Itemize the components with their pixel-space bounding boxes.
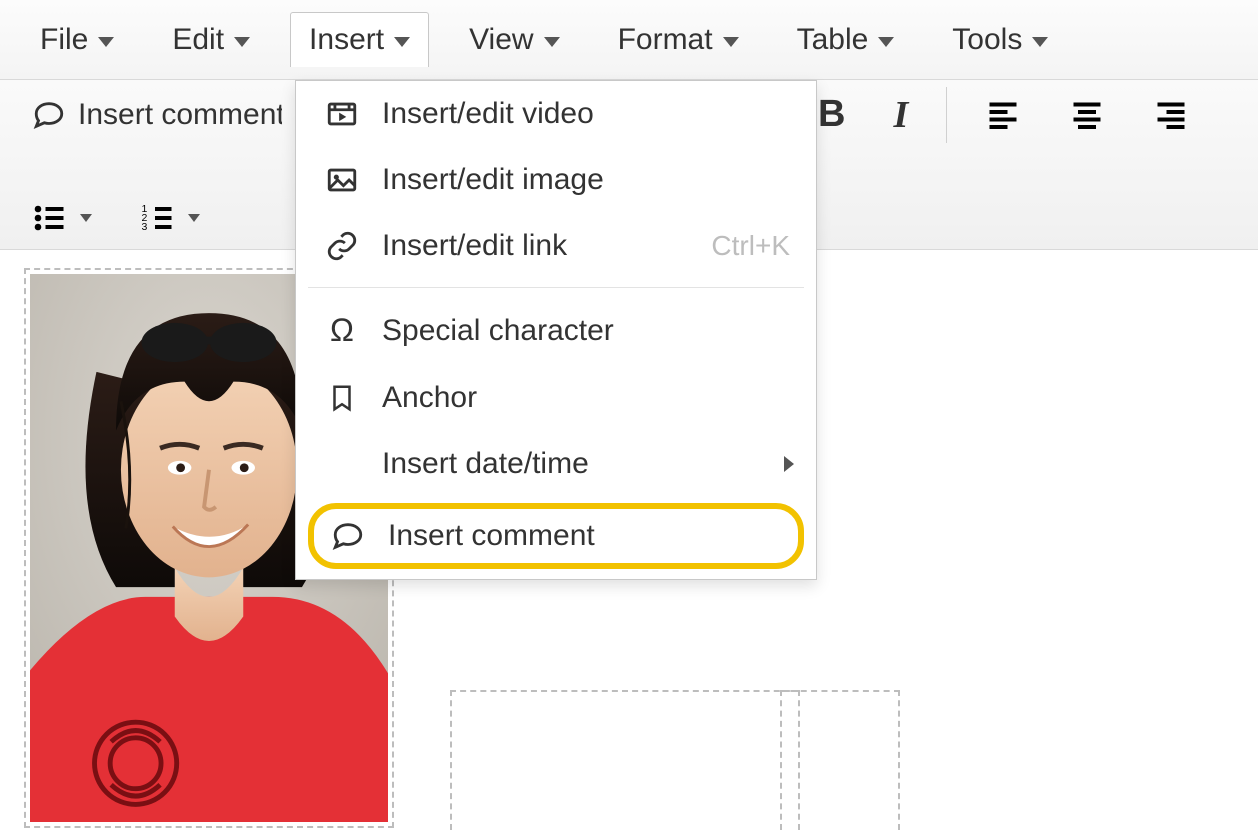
menu-file[interactable]: File — [22, 13, 132, 67]
comment-icon — [328, 519, 368, 553]
svg-text:3: 3 — [142, 221, 148, 233]
menu-insert[interactable]: Insert — [290, 12, 429, 67]
menu-item-shortcut: Ctrl+K — [711, 230, 790, 262]
insert-comment-button-label: Insert comment — [78, 98, 282, 132]
menu-format-label: Format — [618, 23, 713, 57]
caret-down-icon — [234, 37, 250, 47]
menu-item-special-character[interactable]: Ω Special character — [296, 296, 816, 365]
menu-item-label: Insert/edit video — [382, 97, 594, 131]
placeholder-box[interactable] — [450, 690, 800, 830]
placeholder-box[interactable] — [780, 690, 900, 830]
menu-item-insert-video[interactable]: Insert/edit video — [296, 81, 816, 147]
image-icon — [322, 163, 362, 197]
bookmark-icon — [322, 381, 362, 415]
comment-icon — [32, 98, 66, 132]
menu-item-label: Special character — [382, 314, 614, 348]
menu-item-insert-comment[interactable]: Insert comment — [308, 503, 804, 569]
align-left-button[interactable] — [975, 89, 1031, 141]
insert-dropdown: Insert/edit video Insert/edit image Inse… — [295, 80, 817, 580]
menu-table-label: Table — [797, 23, 869, 57]
menu-item-label: Anchor — [382, 381, 477, 415]
caret-down-icon — [188, 214, 200, 222]
menu-table[interactable]: Table — [779, 13, 913, 67]
toolbar-separator — [946, 87, 947, 143]
menu-tools-label: Tools — [952, 23, 1022, 57]
caret-down-icon — [80, 214, 92, 222]
menu-item-label: Insert date/time — [382, 447, 589, 481]
menu-file-label: File — [40, 23, 88, 57]
numbered-list-button[interactable]: 123 — [130, 192, 210, 244]
bullet-list-button[interactable] — [22, 192, 102, 244]
caret-down-icon — [98, 37, 114, 47]
menu-edit-label: Edit — [172, 23, 224, 57]
align-center-button[interactable] — [1059, 89, 1115, 141]
omega-icon: Ω — [322, 312, 362, 349]
menu-item-anchor[interactable]: Anchor — [296, 365, 816, 431]
submenu-caret-icon — [784, 456, 794, 472]
dropdown-separator — [308, 287, 804, 288]
menu-edit[interactable]: Edit — [154, 13, 268, 67]
menu-item-insert-datetime[interactable]: Insert date/time — [296, 431, 816, 497]
numbered-list-icon: 123 — [140, 200, 176, 236]
caret-down-icon — [1032, 37, 1048, 47]
align-center-icon — [1069, 97, 1105, 133]
menu-item-label: Insert comment — [388, 519, 595, 553]
menu-item-insert-image[interactable]: Insert/edit image — [296, 147, 816, 213]
align-left-icon — [985, 97, 1021, 133]
italic-glyph: I — [893, 93, 908, 137]
menu-view-label: View — [469, 23, 533, 57]
align-right-button[interactable] — [1143, 89, 1199, 141]
italic-button[interactable]: I — [883, 85, 918, 145]
menubar: File Edit Insert View Format Table Tools — [0, 0, 1258, 80]
insert-comment-button[interactable]: Insert comment — [22, 90, 282, 140]
caret-down-icon — [394, 37, 410, 47]
menu-item-insert-link[interactable]: Insert/edit link Ctrl+K — [296, 213, 816, 279]
align-right-icon — [1153, 97, 1189, 133]
bullet-list-icon — [32, 200, 68, 236]
menu-item-label: Insert/edit link — [382, 229, 567, 263]
link-icon — [322, 229, 362, 263]
menu-item-label: Insert/edit image — [382, 163, 604, 197]
bold-glyph: B — [818, 93, 845, 136]
caret-down-icon — [723, 37, 739, 47]
video-icon — [322, 97, 362, 131]
menu-format[interactable]: Format — [600, 13, 757, 67]
menu-view[interactable]: View — [451, 13, 577, 67]
menu-insert-label: Insert — [309, 23, 384, 57]
menu-tools[interactable]: Tools — [934, 13, 1066, 67]
caret-down-icon — [544, 37, 560, 47]
caret-down-icon — [878, 37, 894, 47]
